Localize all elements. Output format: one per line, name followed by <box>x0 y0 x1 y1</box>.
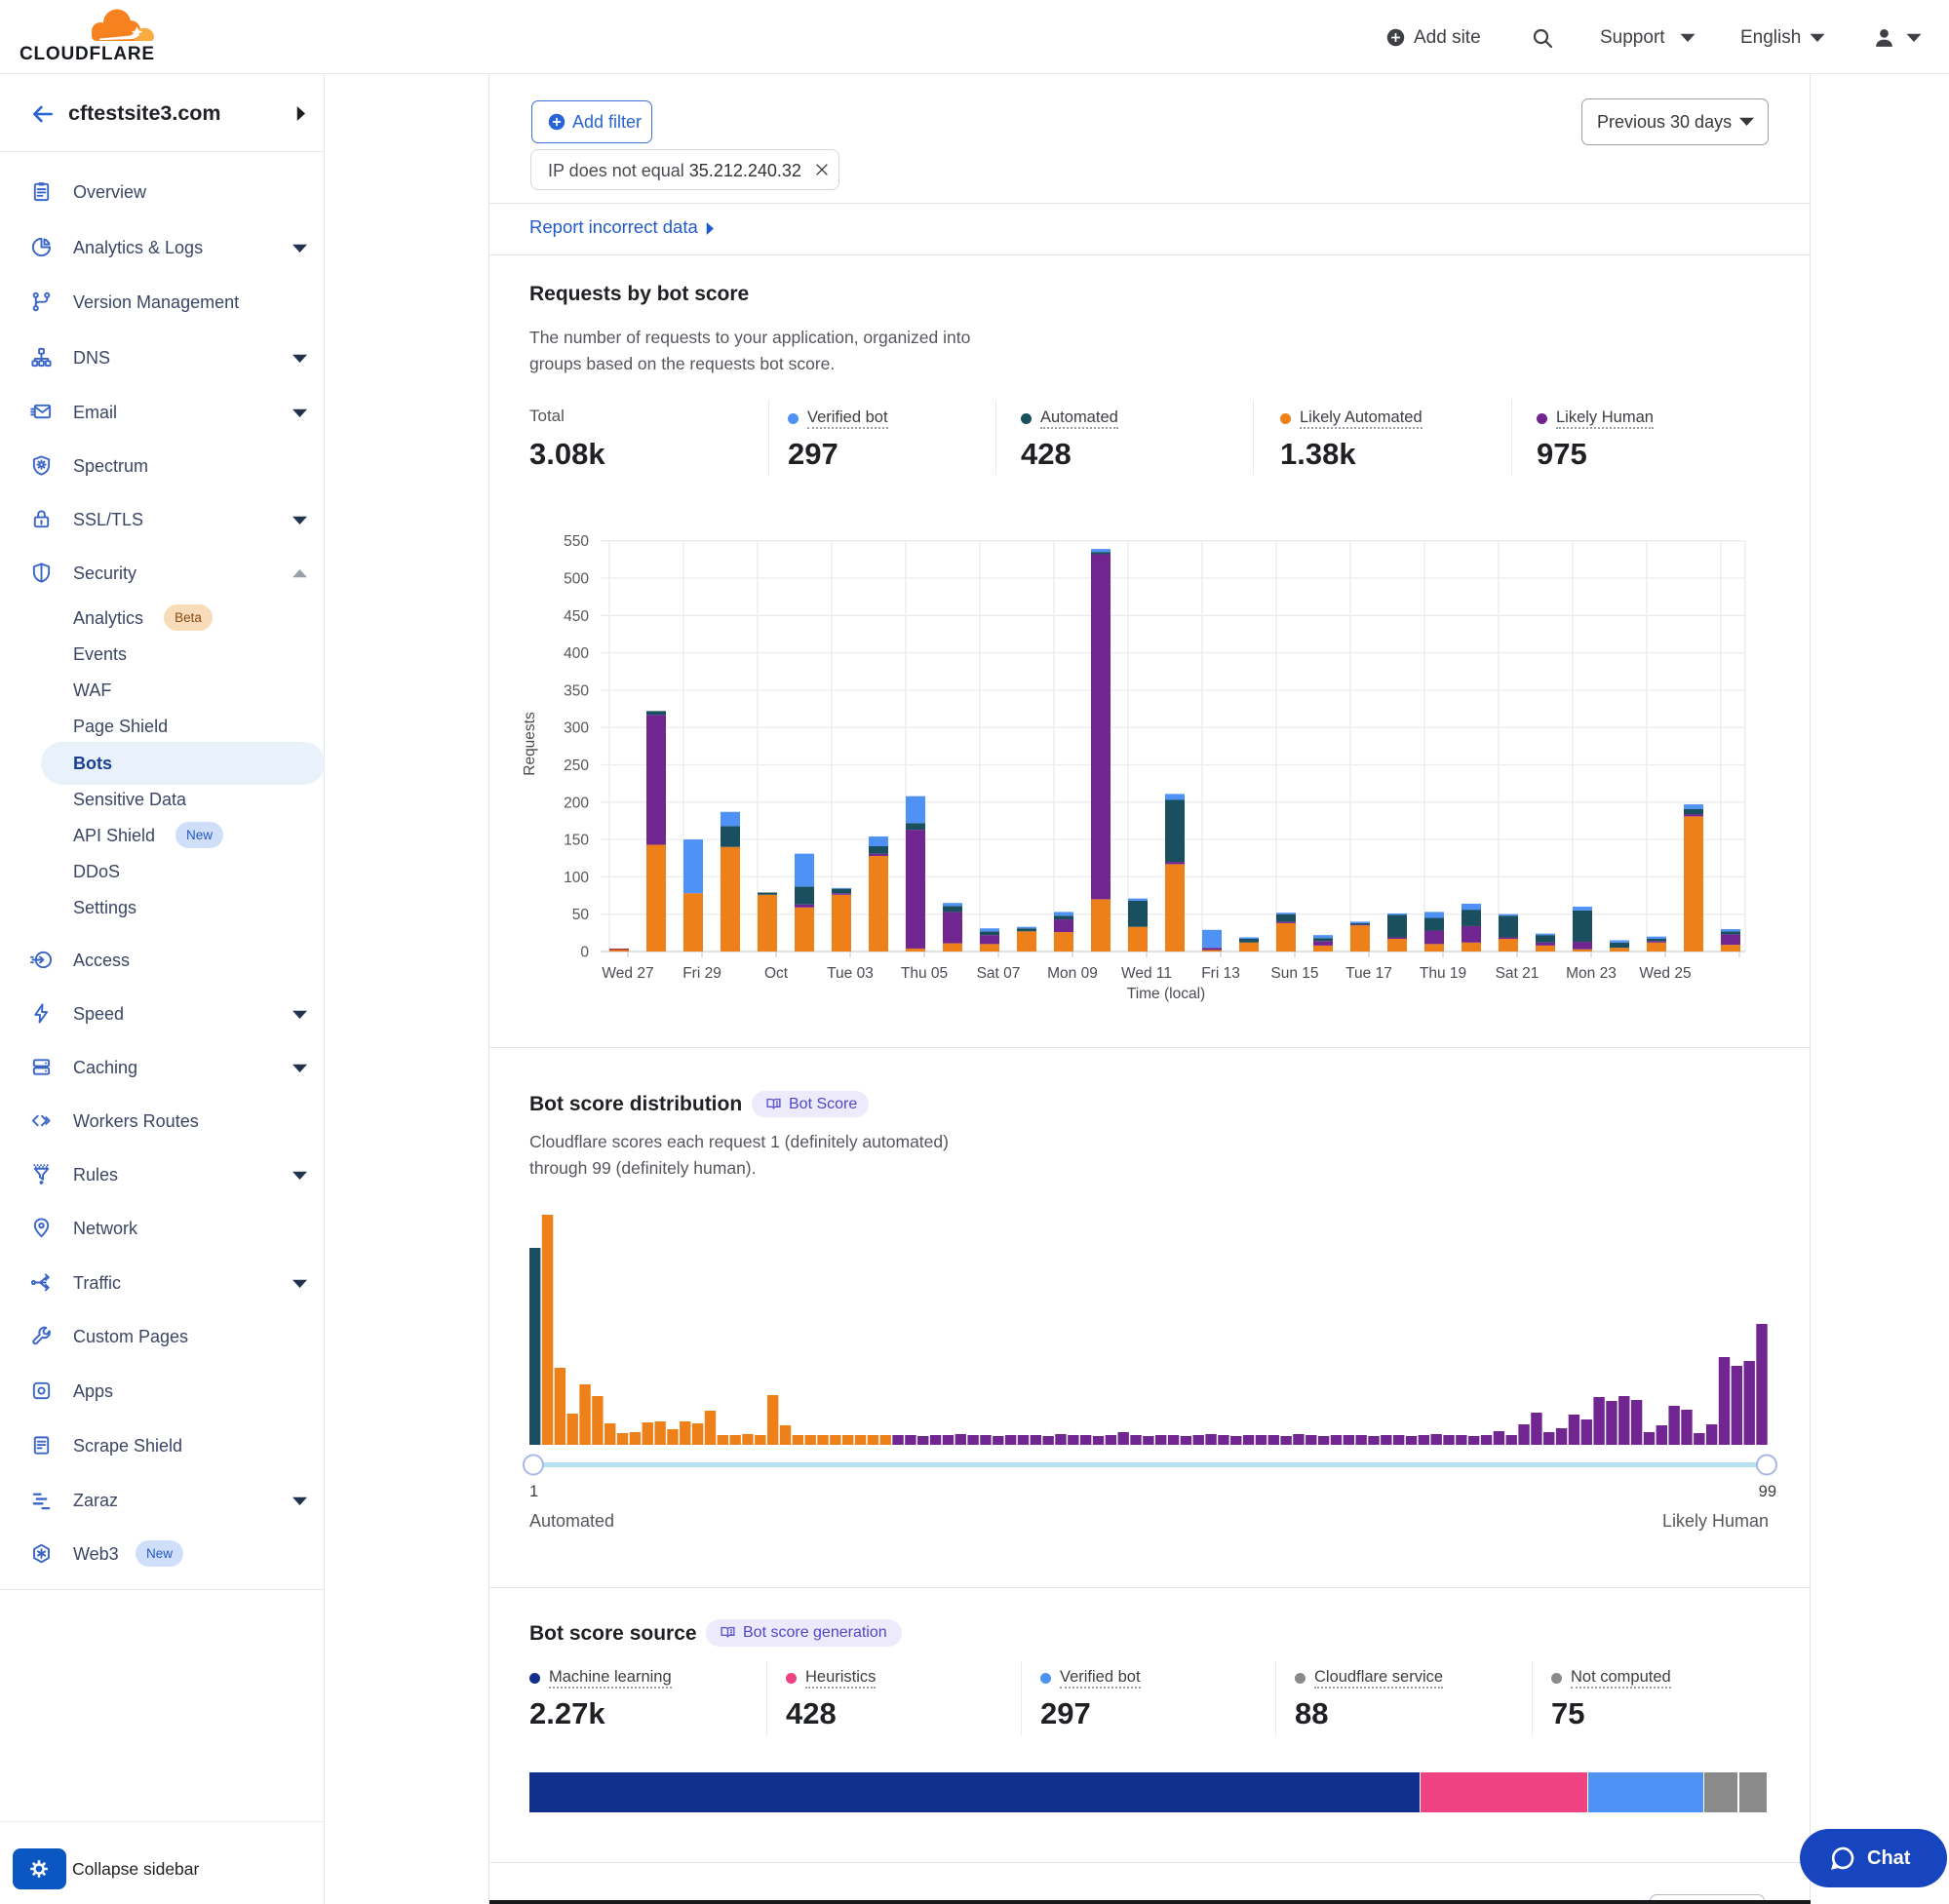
svg-text:300: 300 <box>564 720 589 737</box>
svg-text:Sat 07: Sat 07 <box>977 965 1021 982</box>
svg-text:Wed 11: Wed 11 <box>1121 965 1172 982</box>
svg-text:Wed 25: Wed 25 <box>1639 965 1691 982</box>
svg-text:Sat 21: Sat 21 <box>1496 965 1540 982</box>
svg-text:0: 0 <box>580 945 589 961</box>
svg-text:50: 50 <box>572 907 590 923</box>
svg-text:100: 100 <box>564 870 589 886</box>
svg-text:99: 99 <box>1759 1483 1776 1500</box>
svg-text:Sun 15: Sun 15 <box>1270 965 1318 982</box>
svg-text:250: 250 <box>564 758 589 774</box>
svg-text:Mon 23: Mon 23 <box>1566 965 1617 982</box>
svg-text:Tue 03: Tue 03 <box>827 965 874 982</box>
svg-text:1: 1 <box>529 1483 538 1500</box>
svg-text:Automated: Automated <box>529 1511 614 1531</box>
svg-text:Wed 27: Wed 27 <box>602 965 653 982</box>
svg-text:350: 350 <box>564 682 589 699</box>
svg-text:Fri 13: Fri 13 <box>1201 965 1240 982</box>
svg-text:Mon 09: Mon 09 <box>1047 965 1098 982</box>
svg-text:500: 500 <box>564 571 589 588</box>
svg-text:450: 450 <box>564 608 589 625</box>
svg-text:400: 400 <box>564 645 589 662</box>
svg-text:Likely Human: Likely Human <box>1662 1511 1769 1531</box>
svg-text:Fri 29: Fri 29 <box>682 965 721 982</box>
svg-text:150: 150 <box>564 833 589 849</box>
svg-text:Time (local): Time (local) <box>1127 986 1205 1002</box>
svg-text:Thu 05: Thu 05 <box>901 965 948 982</box>
svg-text:Thu 19: Thu 19 <box>1420 965 1466 982</box>
svg-text:550: 550 <box>564 533 589 550</box>
svg-text:Tue 17: Tue 17 <box>1345 965 1392 982</box>
svg-text:Requests: Requests <box>522 712 538 776</box>
svg-text:200: 200 <box>564 795 589 811</box>
svg-text:Oct: Oct <box>764 965 789 982</box>
